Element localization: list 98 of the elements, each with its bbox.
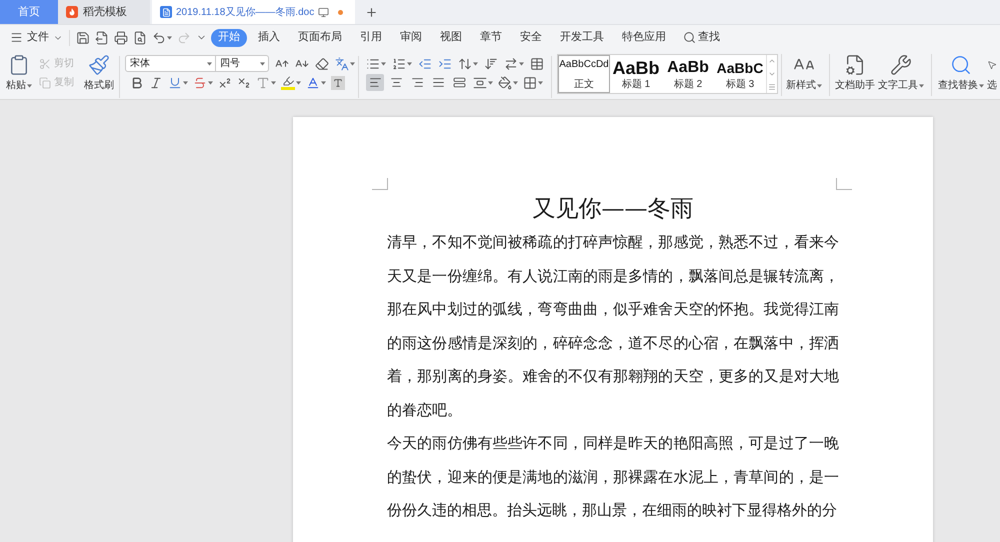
- ribbon-tab[interactable]: 安全: [513, 28, 549, 46]
- strikethrough-icon[interactable]: [193, 76, 207, 90]
- distribute-icon: [452, 76, 466, 89]
- save-icon[interactable]: [76, 30, 90, 44]
- wrench-icon: [890, 54, 912, 76]
- dropdown-caret-icon[interactable]: [979, 84, 984, 88]
- font-size-field[interactable]: 四号: [216, 55, 269, 72]
- borders-icon[interactable]: [523, 76, 537, 90]
- translate-icon[interactable]: [335, 56, 349, 70]
- format-painter-button[interactable]: 格式刷: [82, 54, 116, 96]
- dropdown-caret-icon[interactable]: [381, 62, 386, 66]
- select-button[interactable]: 选: [986, 54, 998, 96]
- align-center-icon: [390, 76, 402, 89]
- dropdown-caret-icon[interactable]: [183, 80, 188, 84]
- dropdown-caret-icon[interactable]: [407, 62, 412, 66]
- new-tab-icon[interactable]: [365, 6, 378, 18]
- dropdown-caret-icon[interactable]: [473, 62, 478, 66]
- ribbon-tab[interactable]: 视图: [433, 28, 469, 46]
- copy-icon: [39, 76, 51, 88]
- style-option[interactable]: AaBb 标题 2: [662, 55, 714, 93]
- dropdown-caret-icon[interactable]: [208, 80, 213, 84]
- left-right-arrows-icon[interactable]: [504, 56, 518, 70]
- print-icon[interactable]: [114, 30, 128, 44]
- dropdown-caret-icon[interactable]: [167, 36, 172, 40]
- paint-bucket-icon[interactable]: [498, 76, 512, 90]
- superscript-icon[interactable]: [218, 76, 232, 90]
- subscript-icon[interactable]: [237, 76, 251, 90]
- text-tools-button[interactable]: 文字工具: [877, 54, 925, 96]
- dropdown-caret-icon[interactable]: [350, 62, 355, 66]
- file-export-icon[interactable]: [95, 30, 109, 44]
- dropdown-caret-icon[interactable]: [488, 80, 493, 84]
- search-button[interactable]: 查找: [683, 29, 720, 46]
- body-paragraph: 今天的雨仿佛有些些许不同，同样是昨天的艳阳高照，可是过了一晚的蛰伏，迎来的便是满地的滋润，那裸露在水泥上，青草间的，是一份份久违的相思。抬头远眺，那山景，在细雨的映衬下显得格外的分: [387, 433, 839, 521]
- margin-corner-icon: [836, 178, 852, 190]
- justify-icon: [432, 76, 444, 89]
- document-title: 又见你——冬雨: [532, 195, 694, 224]
- font-color-icon[interactable]: [306, 76, 320, 90]
- dropdown-caret-icon[interactable]: [538, 80, 543, 84]
- dropdown-caret-icon[interactable]: [271, 80, 276, 84]
- ribbon-tab[interactable]: 页面布局: [291, 28, 349, 46]
- search-icon: [950, 54, 972, 76]
- dropdown-caret-icon[interactable]: [260, 62, 265, 66]
- ribbon-tab[interactable]: 开发工具: [553, 28, 611, 46]
- ribbon-tab[interactable]: 特色应用: [615, 28, 673, 46]
- table-icon[interactable]: [530, 56, 544, 70]
- clipboard-icon: [8, 54, 30, 76]
- ribbon-tab[interactable]: 插入: [251, 28, 287, 46]
- style-option[interactable]: AaBb 标题 1: [610, 55, 662, 93]
- document-icon: [160, 6, 172, 18]
- increase-indent-icon[interactable]: [438, 56, 452, 70]
- dropdown-caret-icon[interactable]: [321, 80, 326, 84]
- line-spacing-icon[interactable]: [473, 76, 487, 90]
- letter-t-icon[interactable]: [256, 76, 270, 90]
- document-assistant-button[interactable]: 文档助手: [834, 54, 876, 96]
- more-styles-icon[interactable]: [768, 82, 776, 91]
- flame-logo-icon: [66, 6, 78, 18]
- style-option[interactable]: AaBbC 标题 3: [714, 55, 766, 93]
- ribbon-tab[interactable]: 审阅: [393, 28, 429, 46]
- sort-icon[interactable]: [484, 56, 498, 70]
- underline-icon[interactable]: [168, 76, 182, 90]
- monitor-icon: [318, 6, 330, 18]
- style-option[interactable]: AaBbCcDd 正文: [558, 55, 610, 93]
- margin-corner-icon: [372, 178, 388, 190]
- bold-icon[interactable]: [130, 76, 144, 90]
- paintbrush-icon: [88, 54, 110, 76]
- up-down-arrows-icon[interactable]: [458, 56, 472, 70]
- decrease-indent-icon[interactable]: [418, 56, 432, 70]
- document-tab[interactable]: 2019.11.18又见你——冬雨.doc: [152, 0, 355, 24]
- italic-icon[interactable]: [149, 76, 163, 90]
- dropdown-caret-icon[interactable]: [513, 80, 518, 84]
- dropdown-caret-icon[interactable]: [27, 84, 32, 88]
- search-icon: [683, 31, 696, 44]
- document-gear-icon: [844, 54, 866, 76]
- dropdown-caret-icon[interactable]: [207, 62, 212, 66]
- ribbon-tab[interactable]: 章节: [473, 28, 509, 46]
- template-tab[interactable]: 稻壳模板: [58, 0, 150, 24]
- body-paragraph: 清早，不知不觉间被稀疏的打碎声惊醒，那感觉，熟悉不过，看来今天又是一份缠绵。有人说江南的雨是多情的，飘落间总是辗转流离，那在风中划过的弧线，弯弯曲曲，似乎难舍天空的怀抱。我觉得江南的雨这份感情是深刻的，碎碎念念，道不尽的心宿，在飘落中，挥洒着，那别离的身姿。难舍的不仅有那翱翔的天空，更多的又是对大地的眷恋吧。: [387, 232, 839, 420]
- dropdown-caret-icon[interactable]: [296, 80, 301, 84]
- font-family-field[interactable]: 宋体: [125, 55, 216, 72]
- dropdown-caret-icon[interactable]: [817, 84, 822, 88]
- dropdown-caret-icon[interactable]: [519, 62, 524, 66]
- dropdown-caret-icon[interactable]: [919, 84, 924, 88]
- align-left-icon: [368, 76, 382, 89]
- paste-button[interactable]: 粘贴: [4, 54, 34, 96]
- ribbon-tab[interactable]: 引用: [353, 28, 389, 46]
- undo-icon[interactable]: [152, 30, 166, 44]
- align-right-icon: [410, 76, 424, 89]
- highlight-icon[interactable]: [281, 75, 295, 90]
- file-menu-button[interactable]: 文件: [10, 29, 63, 46]
- align-left-button[interactable]: [366, 74, 384, 91]
- numbered-list-icon[interactable]: [392, 56, 406, 70]
- print-preview-icon[interactable]: [133, 30, 147, 44]
- eraser-icon[interactable]: [315, 56, 329, 70]
- new-style-button[interactable]: 新样式: [785, 54, 823, 96]
- find-replace-button[interactable]: 查找替换: [937, 54, 985, 96]
- shaded-letter-icon[interactable]: [331, 76, 345, 90]
- menu-icon: [10, 31, 23, 44]
- scissors-icon: [39, 58, 51, 70]
